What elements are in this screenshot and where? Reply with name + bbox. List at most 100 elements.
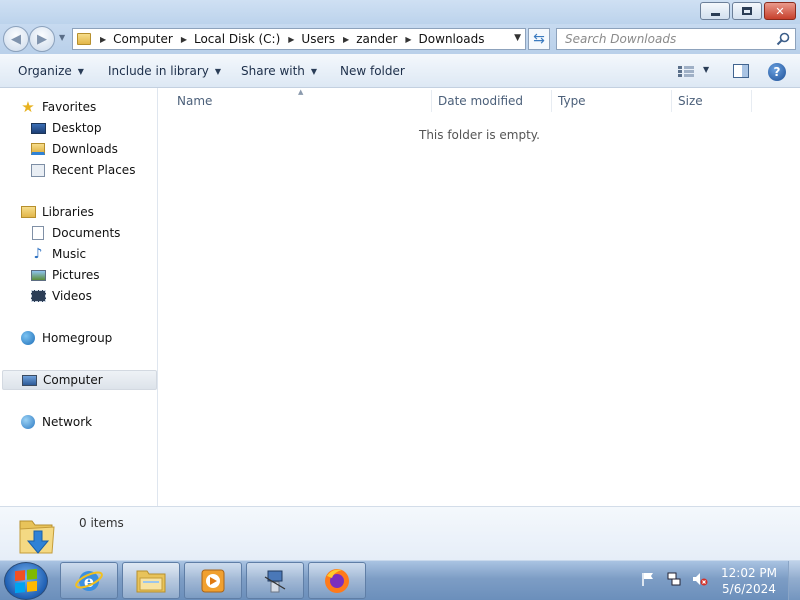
network-setup-icon bbox=[264, 570, 286, 592]
sidebar-item-videos[interactable]: Videos bbox=[30, 286, 92, 306]
organize-label: Organize bbox=[18, 64, 72, 78]
volume-muted-icon[interactable] bbox=[692, 571, 708, 587]
breadcrumb-separator-icon[interactable]: ▶ bbox=[405, 35, 411, 44]
taskbar-media-player[interactable] bbox=[184, 562, 242, 599]
close-button[interactable]: ✕ bbox=[764, 2, 796, 20]
libraries-icon bbox=[20, 205, 36, 219]
folder-icon bbox=[77, 33, 91, 45]
include-in-library-label: Include in library bbox=[108, 64, 209, 78]
forward-button[interactable]: ▶ bbox=[29, 26, 55, 52]
breadcrumb-local-disk[interactable]: Local Disk (C:) bbox=[194, 32, 280, 46]
downloads-folder-icon bbox=[19, 520, 55, 554]
address-bar[interactable]: ▶ Computer ▶ Local Disk (C:) ▶ Users ▶ z… bbox=[72, 28, 526, 50]
restore-icon bbox=[742, 7, 752, 15]
help-icon[interactable]: ? bbox=[768, 63, 786, 81]
column-divider[interactable] bbox=[671, 90, 672, 112]
sidebar-item-homegroup[interactable]: Homegroup bbox=[20, 328, 112, 348]
sidebar-item-label: Desktop bbox=[52, 121, 102, 135]
action-center-flag-icon[interactable] bbox=[640, 571, 656, 587]
taskbar-windows-explorer[interactable] bbox=[122, 562, 180, 599]
sidebar-item-label: Videos bbox=[52, 289, 92, 303]
clock-time: 12:02 PM bbox=[721, 566, 777, 580]
taskbar-firefox[interactable] bbox=[308, 562, 366, 599]
taskbar: e 12:02 PM 5/6/2024 bbox=[0, 560, 800, 600]
organize-button[interactable]: Organize ▼ bbox=[18, 64, 84, 78]
sidebar-item-desktop[interactable]: Desktop bbox=[30, 118, 102, 138]
search-icon[interactable] bbox=[775, 31, 791, 47]
column-divider[interactable] bbox=[431, 90, 432, 112]
show-desktop-button[interactable] bbox=[788, 561, 800, 600]
breadcrumb-separator-icon[interactable]: ▶ bbox=[100, 35, 106, 44]
refresh-icon: ⇆ bbox=[533, 31, 545, 47]
new-folder-label: New folder bbox=[340, 64, 405, 78]
sidebar-item-downloads[interactable]: Downloads bbox=[30, 139, 118, 159]
change-view-icon[interactable] bbox=[678, 66, 694, 77]
back-button[interactable]: ◀ bbox=[3, 26, 29, 52]
sidebar-item-label: Favorites bbox=[42, 100, 97, 114]
sidebar-item-documents[interactable]: Documents bbox=[30, 223, 120, 243]
breadcrumb-separator-icon[interactable]: ▶ bbox=[343, 35, 349, 44]
breadcrumb-separator-icon[interactable]: ▶ bbox=[181, 35, 187, 44]
sort-indicator-icon: ▲ bbox=[298, 88, 304, 96]
maximize-button[interactable] bbox=[732, 2, 762, 20]
homegroup-icon bbox=[20, 331, 36, 345]
forward-arrow-icon: ▶ bbox=[37, 31, 47, 47]
start-button[interactable] bbox=[4, 562, 48, 600]
sidebar-item-label: Libraries bbox=[42, 205, 94, 219]
search-box[interactable] bbox=[556, 28, 796, 50]
column-header-date-modified[interactable]: Date modified bbox=[438, 94, 523, 108]
clock-date: 5/6/2024 bbox=[722, 582, 776, 596]
breadcrumb-computer[interactable]: Computer bbox=[113, 32, 173, 46]
sidebar-item-music[interactable]: ♪ Music bbox=[30, 244, 87, 264]
sidebar-item-label: Pictures bbox=[52, 268, 100, 282]
sidebar-item-libraries[interactable]: Libraries bbox=[20, 202, 94, 222]
back-arrow-icon: ◀ bbox=[11, 31, 21, 47]
include-in-library-button[interactable]: Include in library ▼ bbox=[108, 64, 221, 78]
recent-places-icon bbox=[30, 163, 46, 177]
column-header-type[interactable]: Type bbox=[558, 94, 586, 108]
address-dropdown-icon[interactable]: ▼ bbox=[514, 33, 521, 43]
sidebar-item-recent-places[interactable]: Recent Places bbox=[30, 160, 135, 180]
taskbar-network-setup[interactable] bbox=[246, 562, 304, 599]
taskbar-internet-explorer[interactable]: e bbox=[60, 562, 118, 599]
star-icon: ★ bbox=[21, 98, 35, 116]
breadcrumb-downloads[interactable]: Downloads bbox=[419, 32, 485, 46]
column-divider[interactable] bbox=[551, 90, 552, 112]
column-header-name[interactable]: Name bbox=[177, 94, 212, 108]
chevron-down-icon: ▼ bbox=[59, 33, 66, 42]
preview-pane-icon[interactable] bbox=[733, 64, 749, 78]
empty-folder-message: This folder is empty. bbox=[419, 128, 540, 142]
clock[interactable]: 12:02 PM 5/6/2024 bbox=[712, 565, 786, 597]
sidebar-item-label: Homegroup bbox=[42, 331, 113, 345]
windows-logo-icon bbox=[15, 568, 37, 594]
search-input[interactable] bbox=[557, 29, 767, 49]
close-icon: ✕ bbox=[775, 4, 785, 18]
chevron-down-icon: ▼ bbox=[77, 66, 84, 76]
breadcrumb-users[interactable]: Users bbox=[301, 32, 335, 46]
recent-pages-button[interactable]: ▼ bbox=[59, 33, 65, 42]
refresh-button[interactable]: ⇆ bbox=[528, 28, 550, 50]
details-pane: 0 items bbox=[0, 506, 800, 560]
file-list[interactable]: ▲ Name Date modified Type Size This fold… bbox=[159, 88, 800, 506]
breadcrumb-separator-icon[interactable]: ▶ bbox=[288, 35, 294, 44]
share-with-label: Share with bbox=[241, 64, 305, 78]
system-tray bbox=[640, 571, 718, 587]
column-header-size[interactable]: Size bbox=[678, 94, 703, 108]
chevron-down-icon: ▼ bbox=[214, 66, 222, 76]
views-dropdown-icon[interactable]: ▼ bbox=[703, 65, 709, 74]
address-bar-row: ◀ ▶ ▼ ▶ Computer ▶ Local Disk (C:) ▶ Use… bbox=[0, 24, 800, 54]
desktop-icon bbox=[30, 121, 46, 135]
sidebar-item-pictures[interactable]: Pictures bbox=[30, 265, 100, 285]
minimize-button[interactable] bbox=[700, 2, 730, 20]
share-with-button[interactable]: Share with ▼ bbox=[241, 64, 317, 78]
title-bar[interactable]: ✕ bbox=[0, 0, 800, 24]
item-count: 0 items bbox=[79, 516, 124, 530]
windows-explorer-icon bbox=[136, 570, 166, 592]
column-divider[interactable] bbox=[751, 90, 752, 112]
breadcrumb-zander[interactable]: zander bbox=[356, 32, 397, 46]
sidebar-item-computer[interactable]: Computer bbox=[2, 370, 157, 390]
network-status-icon[interactable] bbox=[666, 571, 682, 587]
sidebar-item-network[interactable]: Network bbox=[20, 412, 92, 432]
sidebar-item-favorites[interactable]: ★ Favorites bbox=[20, 97, 96, 117]
new-folder-button[interactable]: New folder bbox=[340, 64, 405, 78]
